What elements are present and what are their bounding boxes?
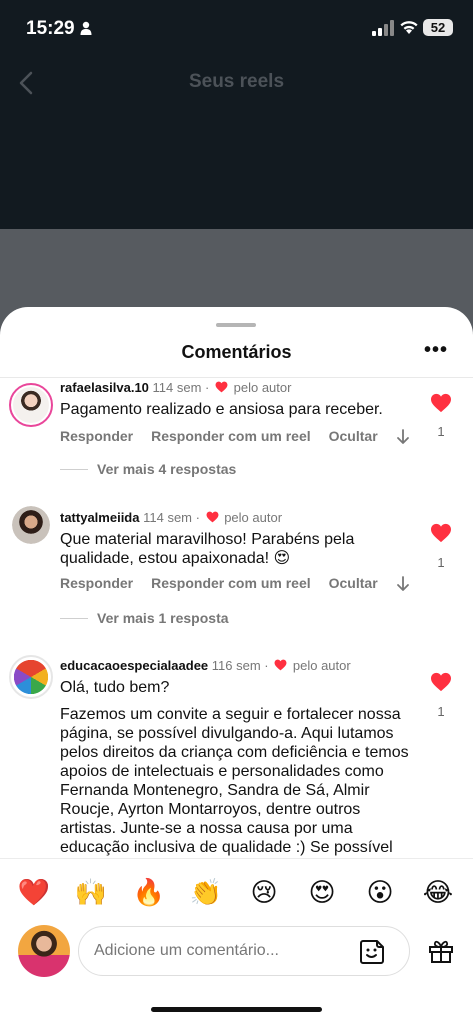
comment-list: rafaelasilva.10 114 sem · pelo autor Pag…: [0, 378, 473, 858]
comments-sheet: Comentários ••• rafaelasilva.10 114 sem …: [0, 307, 473, 1024]
like-heart-icon[interactable]: [430, 523, 452, 543]
status-bar: 15:29 52: [0, 14, 473, 44]
comment-username[interactable]: rafaelasilva.10: [60, 380, 149, 395]
hide-button[interactable]: Ocultar: [329, 428, 378, 444]
more-options-icon[interactable]: •••: [424, 340, 448, 360]
emoji-raised-hands[interactable]: 🙌: [73, 875, 109, 911]
by-author-label: pelo autor: [224, 510, 283, 525]
comment-input[interactable]: Adicione um comentário...: [78, 926, 410, 976]
sheet-title: Comentários: [181, 342, 292, 362]
comment-header: educacaoespecialaadee 116 sem · pelo aut…: [60, 658, 351, 673]
like-count: 1: [437, 424, 445, 439]
reply-with-reel-button[interactable]: Responder com um reel: [151, 428, 311, 444]
person-icon: [80, 21, 92, 35]
reply-button[interactable]: Responder: [60, 575, 133, 591]
emoji-clap[interactable]: 👏: [188, 875, 224, 911]
avatar[interactable]: [9, 383, 53, 427]
comment-text: Fazemos um convite a seguir e fortalecer…: [60, 706, 409, 856]
my-avatar: [18, 925, 70, 977]
emoji-heart[interactable]: ❤️: [16, 875, 52, 911]
replies-line: [60, 618, 88, 619]
emoji-fire[interactable]: 🔥: [131, 875, 167, 911]
author-heart-icon: [215, 381, 228, 393]
author-heart-icon: [274, 659, 287, 671]
emoji-crying[interactable]: 😢: [246, 875, 282, 911]
like-heart-icon[interactable]: [430, 393, 452, 413]
arrow-down-icon[interactable]: [396, 576, 410, 592]
signal-icon: [372, 20, 394, 36]
comment-greeting: Olá, tudo bem?: [60, 679, 170, 696]
battery-indicator: 52: [423, 19, 453, 36]
sticker-icon[interactable]: [359, 939, 385, 965]
view-replies-button[interactable]: Ver mais 4 respostas: [97, 461, 236, 477]
emoji-heart-eyes[interactable]: 😍: [304, 875, 340, 911]
wifi-icon: [400, 21, 418, 34]
gift-icon[interactable]: [428, 938, 454, 964]
comment-username[interactable]: educacaoespecialaadee: [60, 658, 208, 673]
arrow-down-icon[interactable]: [396, 429, 410, 445]
view-replies-button[interactable]: Ver mais 1 resposta: [97, 610, 229, 626]
by-author-label: pelo autor: [292, 658, 351, 673]
comment-age: 116 sem: [211, 658, 261, 673]
comment-header: rafaelasilva.10 114 sem · pelo autor: [60, 380, 292, 395]
comment-username[interactable]: tattyalmeiida: [60, 510, 139, 525]
like-count: 1: [437, 704, 445, 719]
home-indicator: [151, 1007, 322, 1012]
sheet-grabber[interactable]: [216, 323, 256, 327]
comment-text: Que material maravilhoso! Parabéns pela …: [60, 531, 355, 567]
emoji-surprised[interactable]: 😮: [362, 875, 398, 911]
avatar[interactable]: [9, 655, 53, 699]
by-author-label: pelo autor: [233, 380, 292, 395]
avatar[interactable]: [12, 506, 50, 544]
hide-button[interactable]: Ocultar: [329, 575, 378, 591]
like-count: 1: [437, 555, 445, 570]
reply-with-reel-button[interactable]: Responder com um reel: [151, 575, 311, 591]
status-time: 15:29: [26, 18, 75, 39]
comment-age: 114 sem: [143, 510, 193, 525]
comment-header: tattyalmeiida 114 sem · pelo autor: [60, 510, 283, 525]
author-heart-icon: [206, 511, 219, 523]
reply-button[interactable]: Responder: [60, 428, 133, 444]
comment-actions: Responder Responder com um reel Ocultar: [60, 428, 396, 444]
emoji-quick-bar: ❤️ 🙌 🔥 👏 😢 😍 😮 😂: [0, 858, 473, 928]
comment-text: Pagamento realizado e ansiosa para receb…: [60, 401, 383, 418]
comment-actions: Responder Responder com um reel Ocultar: [60, 575, 396, 591]
emoji-laughing[interactable]: 😂: [420, 875, 456, 911]
replies-line: [60, 469, 88, 470]
comment-age: 114 sem: [152, 380, 202, 395]
like-heart-icon[interactable]: [430, 672, 452, 692]
page-title: Seus reels: [188, 71, 285, 92]
comment-input-placeholder: Adicione um comentário...: [94, 942, 279, 959]
